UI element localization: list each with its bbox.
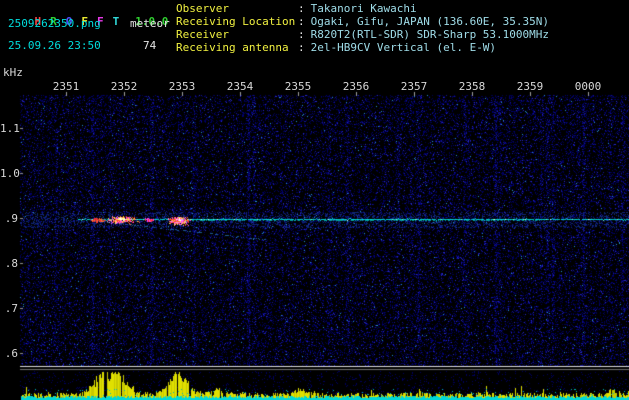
y-tick-label: .8: [4, 257, 18, 270]
y-tick-label: 1.0: [0, 167, 20, 180]
station-info: Observer: Takanori Kawachi Receiving Locat…: [176, 2, 549, 54]
station-row: Receiving Location: Ogaki, Gifu, JAPAN (1…: [176, 15, 549, 28]
spectrogram-canvas: [0, 0, 629, 400]
station-row: Receiving antenna:2el-HB9CV Vertical (el…: [176, 41, 549, 54]
x-tick-label: 2353: [168, 80, 196, 93]
x-tick-label: 0000: [574, 80, 602, 93]
x-tick-label: 2357: [400, 80, 428, 93]
station-colon: :: [298, 28, 305, 41]
y-tick-label: .7: [4, 302, 18, 315]
station-value: 2el-HB9CV Vertical (el. E-W): [310, 41, 497, 54]
logo-letter: T: [112, 15, 120, 28]
timestamp: 25.09.26 23:50: [8, 39, 101, 52]
x-tick-label: 2359: [516, 80, 544, 93]
station-value: R820T2(RTL-SDR) SDR-Sharp 53.1000MHz: [310, 28, 550, 41]
station-row: Observer: Takanori Kawachi: [176, 2, 549, 15]
station-colon: :: [298, 15, 305, 28]
y-axis-unit: kHz: [3, 66, 23, 79]
station-colon: :: [298, 2, 305, 15]
output-filename: 2509262350.png: [8, 17, 101, 30]
x-tick-label: 2354: [226, 80, 254, 93]
station-value: Takanori Kawachi: [310, 2, 417, 15]
y-tick-label: 1.1: [0, 122, 20, 135]
station-label: Observer: [176, 2, 229, 15]
y-tick-label: .6: [4, 347, 18, 360]
echo-count: 74: [143, 39, 157, 52]
station-label: Receiving antenna: [176, 41, 289, 54]
station-label: Receiver: [176, 28, 229, 41]
y-tick-label: .9: [4, 212, 18, 225]
x-tick-label: 2352: [110, 80, 138, 93]
x-tick-label: 2358: [458, 80, 486, 93]
station-row: Receiver: R820T2(RTL-SDR) SDR-Sharp 53.10…: [176, 28, 549, 41]
mode-label: meteor: [130, 17, 170, 30]
station-value: Ogaki, Gifu, JAPAN (136.60E, 35.35N): [310, 15, 550, 28]
hrofft-output: H R O F F T 1.0.0 2509262350.png meteor 25.09.…: [0, 0, 629, 400]
x-tick-label: 2351: [52, 80, 80, 93]
station-colon: :: [298, 41, 305, 54]
x-tick-label: 2356: [342, 80, 370, 93]
x-tick-label: 2355: [284, 80, 312, 93]
station-label: Receiving Location: [176, 15, 296, 28]
